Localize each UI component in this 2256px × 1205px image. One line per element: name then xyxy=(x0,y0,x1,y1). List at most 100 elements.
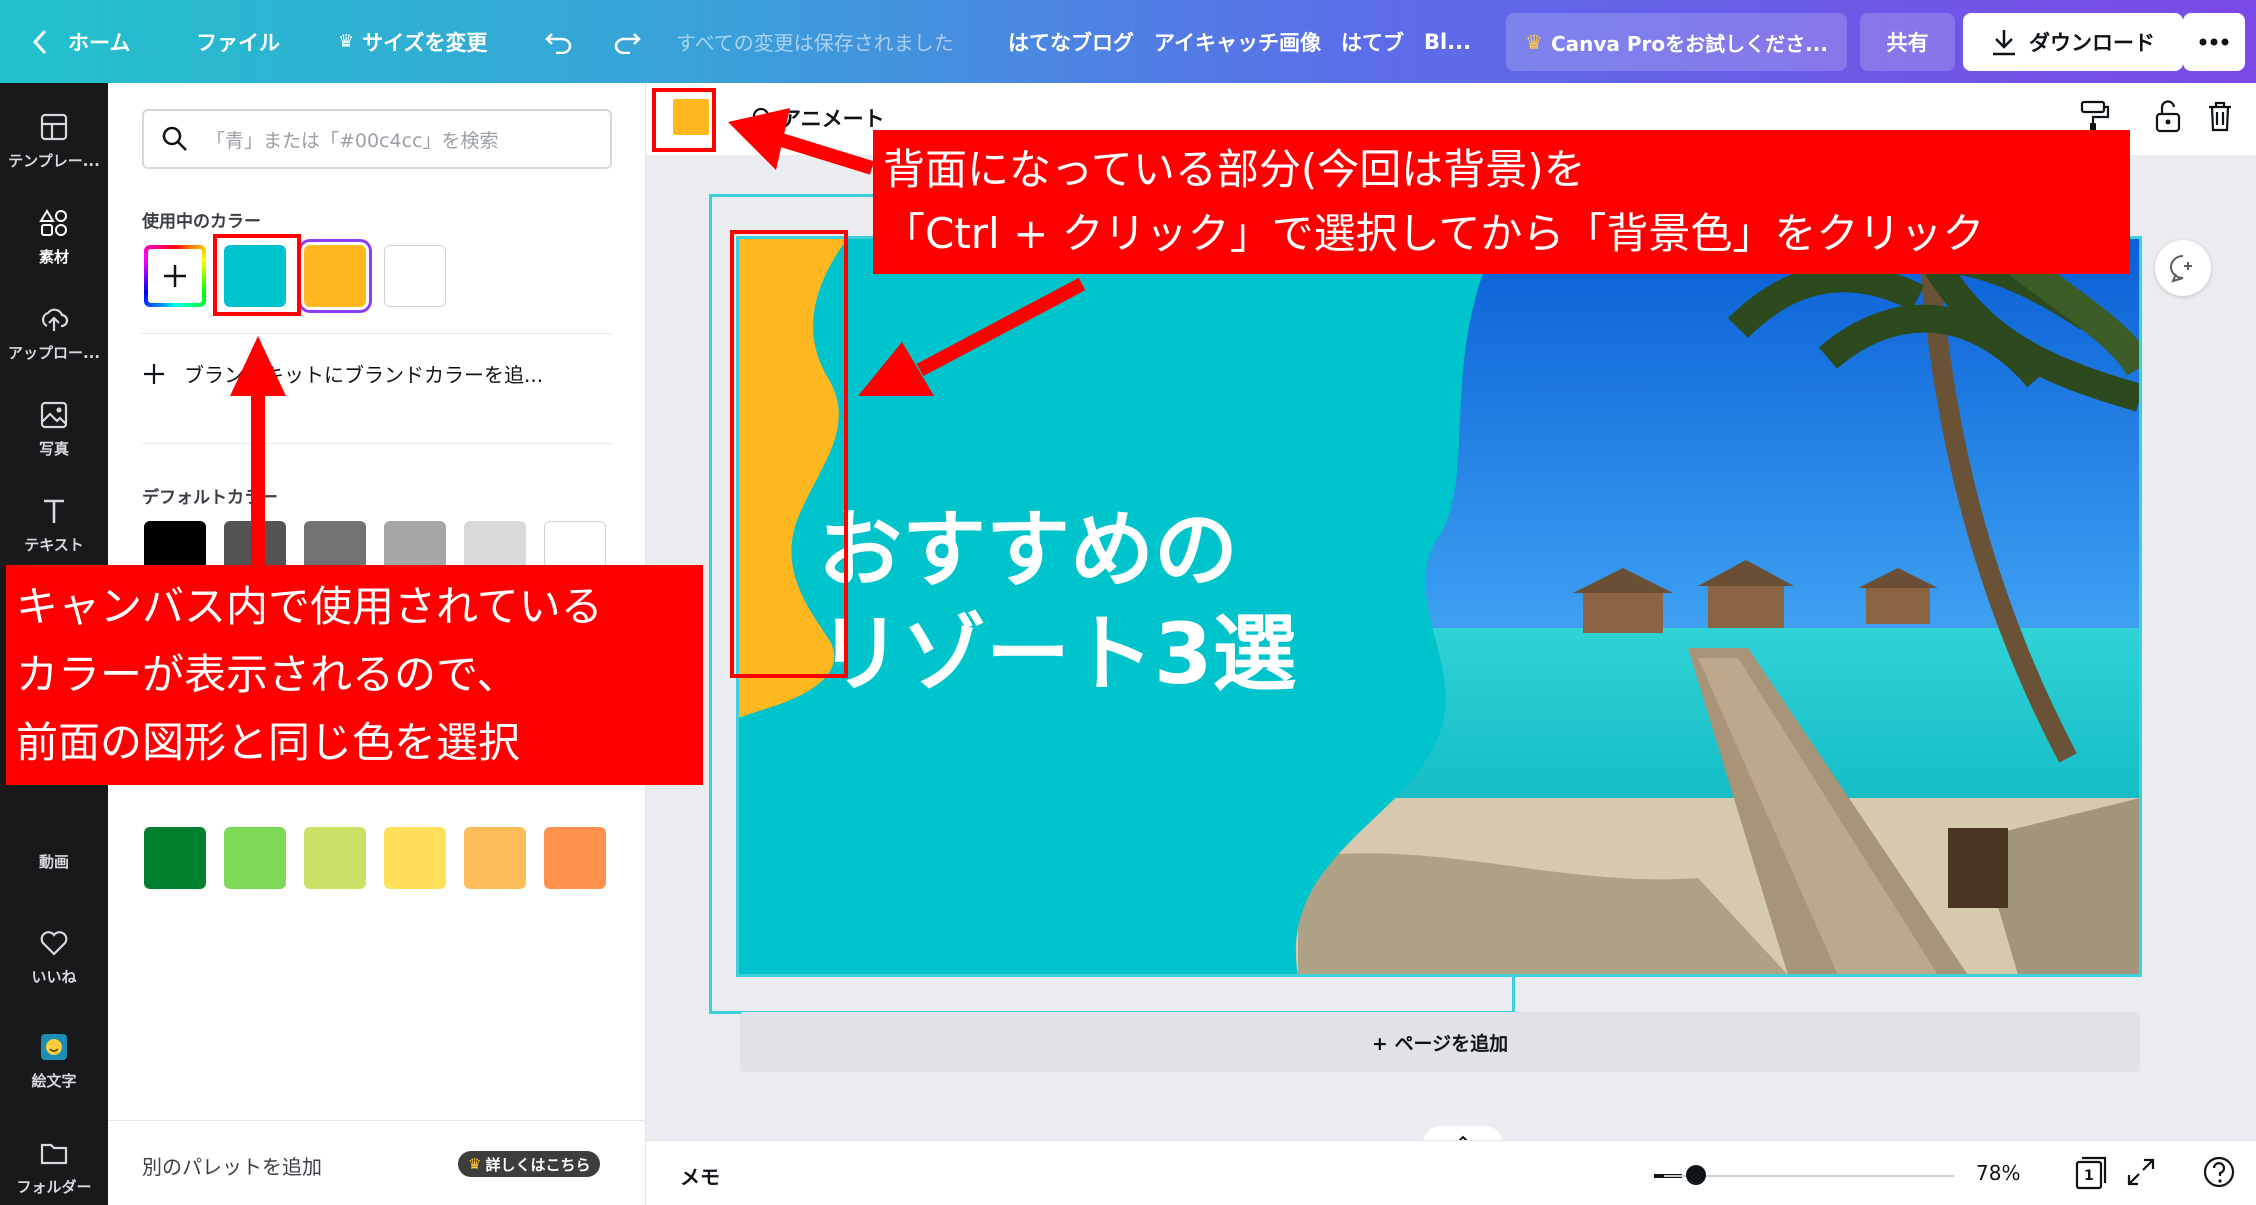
nav-label: テキスト xyxy=(24,535,84,554)
panel-footer: 別のパレットを追加 ♛ 詳しくはこちら xyxy=(108,1120,646,1205)
nav-label: 絵文字 xyxy=(31,1071,77,1090)
default-swatch-orange[interactable] xyxy=(544,827,606,889)
title-part: はてなブログ xyxy=(1008,30,1134,55)
file-label: ファイル xyxy=(196,30,280,55)
animate-icon xyxy=(751,107,770,127)
divider xyxy=(142,443,612,444)
page-count: 1 xyxy=(2084,1168,2094,1184)
comment-button[interactable] xyxy=(2155,240,2211,296)
unlock-icon xyxy=(2155,100,2181,133)
plus-icon xyxy=(164,265,186,287)
notes-button[interactable]: メモ xyxy=(680,1161,720,1190)
help-icon xyxy=(2203,1156,2235,1188)
default-swatch-yellow[interactable] xyxy=(384,827,446,889)
title-part: Bl... xyxy=(1423,29,1472,54)
nav-label: 素材 xyxy=(38,247,69,266)
learn-more-badge[interactable]: ♛ 詳しくはこちら xyxy=(458,1151,601,1177)
download-label: ダウンロード xyxy=(2029,31,2155,55)
lock-button[interactable] xyxy=(2154,99,2182,137)
fullscreen-button[interactable] xyxy=(2126,1157,2156,1191)
nav-video[interactable]: 動画 xyxy=(0,813,108,909)
save-status: すべての変更は保存されました xyxy=(676,31,954,55)
animate-label: アニメート xyxy=(780,107,885,131)
design-headline[interactable]: おすすめの リゾート3選 xyxy=(818,498,1296,706)
title-part: はてブ xyxy=(1340,30,1404,55)
highlight-yellow-shape xyxy=(730,230,848,678)
resize-label: サイズを変更 xyxy=(362,30,488,55)
upload-icon xyxy=(41,308,69,331)
nav-label: いいね xyxy=(31,967,77,986)
home-button[interactable]: ホーム xyxy=(32,0,130,83)
nav-label: フォルダー xyxy=(16,1177,92,1196)
annotation-callout-background: 背面になっている部分(今回は背景)を 「Ctrl + クリック」で選択してから「… xyxy=(873,130,2130,274)
color-search-input[interactable]: 「青」または「#00c4cc」を検索 xyxy=(142,109,612,169)
heart-icon xyxy=(40,930,68,956)
default-swatch-orange-light[interactable] xyxy=(464,827,526,889)
expand-icon xyxy=(2127,1158,2155,1186)
delete-button[interactable] xyxy=(2206,99,2234,137)
callout-line: 「Ctrl + クリック」で選択してから「背景色」をクリック xyxy=(883,209,1985,258)
callout-line: 前面の図形と同じ色を選択 xyxy=(16,718,521,767)
nav-label: テンプレー... xyxy=(8,151,100,170)
help-button[interactable] xyxy=(2202,1155,2236,1193)
annotation-callout-colors: キャンバス内で使用されている カラーが表示されるので、 前面の図形と同じ色を選択 xyxy=(6,565,703,785)
trash-icon xyxy=(2209,101,2231,132)
canva-pro-button[interactable]: ♛ Canva Proをお試しくださ... xyxy=(1506,13,1847,71)
add-color-button[interactable] xyxy=(144,245,206,307)
redo-icon xyxy=(614,32,641,54)
animate-button[interactable]: アニメート xyxy=(748,103,885,133)
nav-folders[interactable]: フォルダー xyxy=(0,1119,108,1205)
comment-plus-icon xyxy=(2170,255,2192,283)
crown-icon: ♛ xyxy=(1525,30,1543,54)
nav-elements[interactable]: 素材 xyxy=(0,189,108,285)
resize-button[interactable]: ♛ サイズを変更 xyxy=(338,0,488,83)
nav-text[interactable]: テキスト xyxy=(0,477,108,573)
pro-label: Canva Proをお試しくださ... xyxy=(1550,31,1828,56)
learn-more-label: 詳しくはこちら xyxy=(485,1155,591,1174)
headline-line: リゾート3選 xyxy=(818,605,1297,703)
download-icon xyxy=(1993,30,2015,56)
nav-likes[interactable]: いいね xyxy=(0,909,108,1005)
undo-button[interactable] xyxy=(544,0,574,83)
in-use-swatch-white[interactable] xyxy=(384,245,446,307)
crown-icon: ♛ xyxy=(468,1155,482,1173)
zoom-slider[interactable] xyxy=(1664,1175,1954,1177)
top-bar: ホーム ファイル ♛ サイズを変更 すべての変更は保存されました はてなブログ … xyxy=(0,0,2256,83)
template-icon xyxy=(40,113,68,140)
download-button[interactable]: ダウンロード xyxy=(1963,13,2183,71)
zoom-slider-handle[interactable] xyxy=(1686,1165,1706,1185)
add-page-button[interactable]: + ページを追加 xyxy=(740,1012,2140,1072)
title-part: アイキャッチ画像 xyxy=(1154,30,1321,55)
callout-line: カラーが表示されるので、 xyxy=(16,650,519,699)
add-palette-label: 別のパレットを追加 xyxy=(142,1155,322,1179)
callout-line: 背面になっている部分(今回は背景)を xyxy=(883,145,1586,194)
more-button[interactable] xyxy=(2183,13,2245,71)
emoji-icon xyxy=(41,1033,67,1060)
share-button[interactable]: 共有 xyxy=(1860,13,1955,71)
file-menu[interactable]: ファイル xyxy=(196,0,280,83)
more-icon xyxy=(2199,38,2229,46)
crown-icon: ♛ xyxy=(338,31,355,52)
callout-line: キャンバス内で使用されている xyxy=(16,582,603,631)
undo-icon xyxy=(545,32,572,54)
nav-uploads[interactable]: アップロー... xyxy=(0,285,108,381)
in-use-swatch-orange[interactable] xyxy=(304,245,366,307)
default-swatch-lime[interactable] xyxy=(304,827,366,889)
nav-templates[interactable]: テンプレー... xyxy=(0,93,108,189)
add-brand-label: ブランドキットにブランドカラーを追... xyxy=(184,363,544,387)
redo-button[interactable] xyxy=(612,0,642,83)
page-count-button[interactable]: 1 xyxy=(2074,1155,2108,1195)
default-swatch-green-dark[interactable] xyxy=(144,827,206,889)
document-title[interactable]: はてなブログ アイキャッチ画像 はてブ Bl... xyxy=(1008,0,1471,83)
in-use-colors-label: 使用中のカラー xyxy=(142,212,261,232)
nav-emoji[interactable]: 絵文字 xyxy=(0,1013,108,1109)
add-brand-color-button[interactable]: ブランドキットにブランドカラーを追... xyxy=(142,359,543,388)
zoom-value[interactable]: 78% xyxy=(1976,1161,2020,1185)
plus-icon xyxy=(144,363,164,384)
bottom-bar: メモ 78% 1 xyxy=(646,1140,2256,1205)
photo-icon xyxy=(40,401,68,428)
nav-photos[interactable]: 写真 xyxy=(0,381,108,477)
nav-label: 動画 xyxy=(38,852,69,871)
default-swatch-green[interactable] xyxy=(224,827,286,889)
chevron-left-icon xyxy=(32,29,47,54)
